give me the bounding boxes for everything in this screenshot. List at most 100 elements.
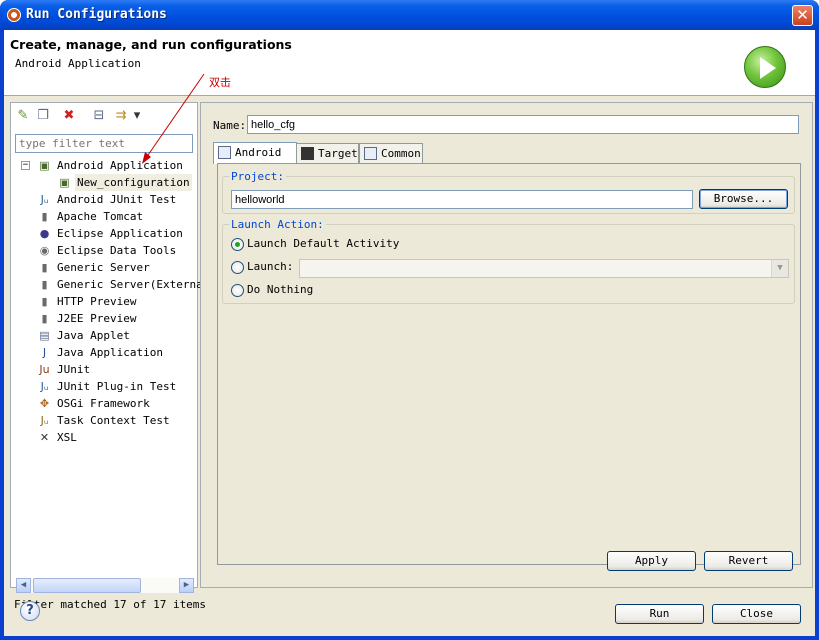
tree-item[interactable]: Jᵤ JUnit Plug-in Test	[11, 378, 197, 395]
view-menu-icon[interactable]: ▾	[129, 108, 145, 124]
dialog-body: Create, manage, and run configurations A…	[4, 30, 815, 636]
filter-status: Filter matched 17 of 17 items	[14, 598, 207, 611]
chevron-down-icon[interactable]: ▼	[771, 260, 788, 277]
tree-item-label: J2EE Preview	[57, 312, 137, 325]
expand-collapse-icon[interactable]: −	[21, 161, 30, 170]
android-tab-content: Project: Browse... Launch Action: Launch…	[217, 163, 801, 565]
close-button[interactable]: Close	[712, 604, 801, 624]
tree-horizontal-scrollbar[interactable]: ◀ ▶	[16, 578, 194, 593]
tree-item-label: Eclipse Data Tools	[57, 244, 177, 257]
scroll-thumb[interactable]	[33, 578, 141, 593]
radio-launch[interactable]: Launch: ▼	[231, 259, 791, 278]
android-app-icon: ▣	[39, 159, 50, 172]
tree-item-label: Java Applet	[57, 329, 130, 342]
tree-item-label: Android JUnit Test	[57, 193, 177, 206]
tab-target[interactable]: Target	[296, 143, 359, 163]
tree-item[interactable]: ▮ Generic Server(External	[11, 276, 209, 293]
tree-item[interactable]: Ju JUnit	[11, 361, 197, 378]
tree-item[interactable]: ● Eclipse Application	[11, 225, 197, 242]
collapse-all-icon[interactable]: ⊟	[91, 108, 107, 124]
launch-action-group: Launch Action: Launch Default Activity L…	[222, 218, 795, 304]
delete-icon[interactable]: ✖	[61, 108, 77, 124]
tree-item-label: XSL	[57, 431, 77, 444]
tree-item[interactable]: ▮ Apache Tomcat	[11, 208, 197, 225]
server-icon: ▮	[41, 210, 48, 223]
tab-android[interactable]: Android	[213, 142, 297, 164]
tree-item-label: HTTP Preview	[57, 295, 137, 308]
target-tab-icon	[301, 147, 314, 160]
tree-item-label: OSGi Framework	[57, 397, 150, 410]
radio-label: Do Nothing	[247, 283, 314, 296]
android-config-icon: ▣	[59, 176, 70, 189]
filter-icon[interactable]: ⇉	[113, 108, 129, 124]
name-field[interactable]	[247, 115, 799, 134]
annotation-text: 双击	[209, 76, 231, 89]
header-subtitle: Android Application	[15, 57, 141, 70]
tree-item-label: JUnit	[57, 363, 91, 376]
tree-item[interactable]: ▮ HTTP Preview	[11, 293, 197, 310]
tree-item[interactable]: ◉ Eclipse Data Tools	[11, 242, 197, 259]
tree-item[interactable]: ✕ XSL	[11, 429, 197, 446]
tree-item[interactable]: ▮ Generic Server	[11, 259, 197, 276]
radio-button[interactable]	[231, 261, 244, 274]
scroll-right-icon[interactable]: ▶	[179, 578, 194, 593]
revert-button[interactable]: Revert	[704, 551, 793, 571]
junit-plugin-icon: Jᵤ	[40, 380, 49, 393]
tree-item-label: Android Application	[57, 159, 183, 172]
title-bar[interactable]: Run Configurations ✕	[0, 0, 819, 30]
radio-button[interactable]	[231, 238, 244, 251]
tree-item[interactable]: ▣ New_configuration	[11, 174, 197, 191]
android-junit-icon: Jᵤ	[40, 193, 49, 206]
tree-item[interactable]: J Java Application	[11, 344, 197, 361]
tree-item[interactable]: Jᵤ Android JUnit Test	[11, 191, 197, 208]
project-group: Project: Browse...	[222, 170, 795, 214]
junit-icon: Ju	[39, 363, 50, 376]
close-icon[interactable]: ✕	[792, 5, 813, 26]
osgi-icon: ✥	[39, 397, 50, 410]
run-button[interactable]: Run	[615, 604, 704, 624]
eclipse-logo-icon	[7, 8, 21, 22]
tab-common[interactable]: Common	[359, 143, 423, 163]
run-play-icon	[744, 46, 786, 88]
task-context-icon: Jᵤ	[40, 414, 49, 427]
radio-label: Launch Default Activity	[247, 237, 400, 250]
database-icon: ◉	[39, 244, 50, 257]
server-icon: ▮	[41, 278, 48, 291]
tree-item[interactable]: Jᵤ Task Context Test	[11, 412, 197, 429]
server-icon: ▮	[41, 261, 48, 274]
duplicate-icon[interactable]: ❐	[35, 108, 51, 124]
tree-item-label: New_configuration	[75, 174, 192, 191]
xsl-icon: ✕	[39, 431, 50, 444]
server-icon: ▮	[41, 295, 48, 308]
header-title: Create, manage, and run configurations	[10, 37, 292, 52]
activity-select[interactable]: ▼	[299, 259, 789, 278]
tree-item[interactable]: ✥ OSGi Framework	[11, 395, 197, 412]
configuration-type-panel: ✎ ❐ ✖ ⊟ ⇉ ▾ −▣Android Application▣New_co…	[10, 102, 209, 593]
window-title: Run Configurations	[26, 7, 167, 22]
tab-android-label: Android	[235, 146, 282, 159]
tree-item[interactable]: ▤ Java Applet	[11, 327, 197, 344]
name-label: Name:	[213, 119, 247, 132]
java-app-icon: J	[42, 346, 47, 359]
tree-item-label: Generic Server(External	[57, 278, 210, 291]
browse-button[interactable]: Browse...	[699, 189, 788, 209]
android-tab-icon	[218, 146, 231, 159]
help-icon[interactable]: ?	[20, 601, 40, 621]
tree-item-label: Java Application	[57, 346, 163, 359]
scroll-left-icon[interactable]: ◀	[16, 578, 31, 593]
radio-button[interactable]	[231, 284, 244, 297]
left-toolbar: ✎ ❐ ✖ ⊟ ⇉ ▾	[11, 103, 197, 129]
common-tab-icon	[364, 147, 377, 160]
new-configuration-icon[interactable]: ✎	[15, 108, 31, 124]
run-configurations-window: Run Configurations ✕ Create, manage, and…	[0, 0, 819, 640]
tree-item-label: JUnit Plug-in Test	[57, 380, 177, 393]
tree-item[interactable]: ▮ J2EE Preview	[11, 310, 197, 327]
tree-item[interactable]: − ▣ Android Application	[11, 157, 197, 174]
filter-input[interactable]	[15, 134, 193, 153]
configuration-editor: Name: Android Target Common Projec	[200, 102, 813, 588]
project-field[interactable]	[231, 190, 693, 209]
apply-button[interactable]: Apply	[607, 551, 696, 571]
tree-item-label: Generic Server	[57, 261, 150, 274]
tab-common-label: Common	[381, 147, 421, 160]
tree-item-label: Eclipse Application	[57, 227, 183, 240]
